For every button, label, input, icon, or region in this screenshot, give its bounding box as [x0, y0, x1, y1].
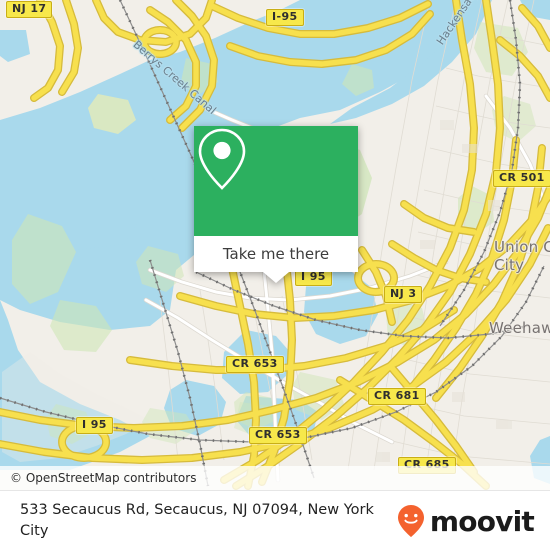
footer-bar: 533 Secaucus Rd, Secaucus, NJ 07094, New… [0, 490, 550, 550]
moovit-logo[interactable]: moovit [396, 504, 550, 538]
map-pin-icon [198, 128, 246, 190]
map-attribution: © OpenStreetMap contributors [0, 466, 550, 490]
highway-shield-cr-681[interactable]: CR 681 [368, 388, 426, 405]
highway-shield-nj-17[interactable]: NJ 17 [6, 1, 53, 18]
map-canvas[interactable]: .w{fill:#a9d9ec} .land{fill:#f2efe9} .pa… [0, 0, 550, 490]
attribution-text[interactable]: © OpenStreetMap contributors [0, 471, 196, 485]
location-popup-card[interactable]: Take me there [194, 126, 358, 283]
highway-shield-i-95-north[interactable]: I-95 [266, 9, 304, 26]
highway-shield-i-95-south[interactable]: I 95 [76, 417, 113, 434]
highway-shield-nj-3[interactable]: NJ 3 [384, 286, 423, 303]
popup-tail [263, 272, 289, 283]
map-screenshot: .w{fill:#a9d9ec} .land{fill:#f2efe9} .pa… [0, 0, 550, 550]
highway-shield-cr-653-upper[interactable]: CR 653 [226, 356, 284, 373]
moovit-pin-logo-icon [397, 505, 424, 537]
popup-footer[interactable]: Take me there [194, 236, 358, 272]
highway-shield-cr-501[interactable]: CR 501 [493, 170, 550, 187]
take-me-there-button[interactable]: Take me there [223, 245, 329, 263]
popup-header [194, 126, 358, 236]
highway-shield-cr-653-lower[interactable]: CR 653 [249, 427, 307, 444]
moovit-wordmark: moovit [429, 504, 535, 538]
address-text: 533 Secaucus Rd, Secaucus, NJ 07094, New… [20, 502, 374, 539]
